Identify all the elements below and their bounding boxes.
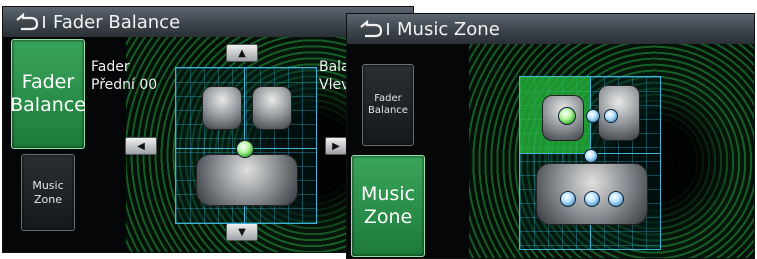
fader-balance-button[interactable]: Fader Balance [362,64,414,146]
zone-knob-front-center[interactable] [586,109,600,123]
music-zone-button[interactable]: Music Zone [21,154,75,231]
fader-balance-knob[interactable] [236,140,254,158]
fader-up-button[interactable]: ▲ [226,44,258,62]
zone-knob-rear-left[interactable] [560,191,576,207]
title-bar: Music Zone [347,14,754,44]
fader-balance-button-label: Fader Balance [10,71,86,116]
zone-knob-front-left[interactable] [558,107,576,125]
fader-down-button[interactable]: ▼ [226,223,258,241]
fader-balance-grid[interactable] [175,67,317,224]
fader-balance-button-label: Fader Balance [368,93,408,116]
front-right-seat [252,86,292,130]
fader-balance-button[interactable]: Fader Balance [10,39,86,149]
title-separator [387,23,389,35]
zone-knob-rear-center[interactable] [584,191,600,207]
title-separator [43,16,45,28]
rear-bench-seat [196,154,298,206]
front-left-seat [202,86,242,130]
page-title: Fader Balance [53,11,181,33]
music-zone-button-label: Music Zone [32,179,64,206]
zone-knob-front-right[interactable] [604,109,618,123]
balance-left-button[interactable]: ◀ [125,137,157,155]
down-arrow-icon: ▼ [238,226,246,238]
page-title: Music Zone [397,18,500,40]
up-arrow-icon: ▲ [238,47,246,59]
music-zone-button-label: Music Zone [360,183,416,228]
balance-right-button[interactable]: ▶ [325,137,347,155]
zone-knob-center[interactable] [584,149,598,163]
zone-knob-rear-right[interactable] [608,191,624,207]
back-arrow-icon[interactable] [357,19,383,39]
music-zone-grid[interactable] [519,76,661,250]
music-zone-button[interactable]: Music Zone [351,155,425,257]
fader-readout: Fader Přední 00 [91,59,158,93]
right-arrow-icon: ▶ [332,140,340,152]
back-arrow-icon[interactable] [13,12,39,32]
left-arrow-icon: ◀ [137,140,145,152]
music-zone-screen: Music Zone Fader Balance Music Zone [346,13,755,259]
